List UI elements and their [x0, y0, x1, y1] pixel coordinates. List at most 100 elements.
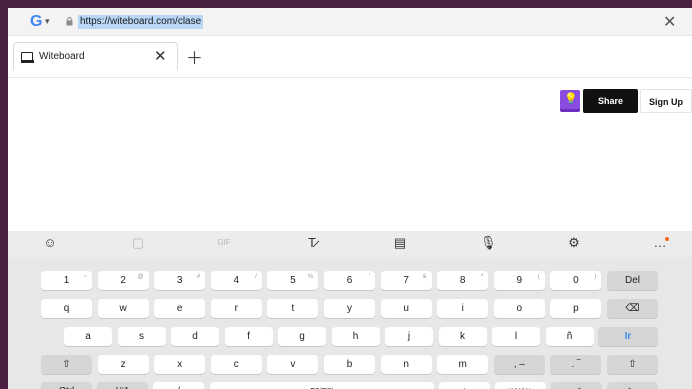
bulb-button[interactable]: 💡	[560, 90, 580, 112]
key-q[interactable]: q	[41, 299, 92, 318]
engine-caret-icon[interactable]: ▾	[45, 16, 50, 27]
key-Del[interactable]: Del	[607, 271, 658, 290]
key-k[interactable]: k	[438, 327, 487, 346]
address-bar[interactable]: G ▾ https://witeboard.com/clase ✕	[8, 8, 692, 36]
key-label: r	[234, 303, 238, 314]
key-label: m	[458, 359, 467, 370]
sticker-icon[interactable]: ▢	[130, 235, 146, 251]
key-Ir[interactable]: Ir	[598, 327, 658, 346]
key-g[interactable]: g	[278, 327, 326, 346]
key-8[interactable]: 8 *	[437, 271, 489, 290]
key-x[interactable]: x	[154, 355, 206, 374]
tab-strip: Witeboard ✕ ＋	[8, 36, 692, 78]
key-2[interactable]: 2 @	[97, 271, 149, 290]
key-sym-3-8[interactable]: , –	[493, 355, 545, 374]
key-label: ⌫	[625, 303, 640, 314]
key-label: 1	[63, 275, 70, 286]
settings-icon[interactable]: ⚙	[566, 235, 582, 251]
close-icon[interactable]: ✕	[663, 12, 676, 32]
key-sym-4-7[interactable]: ▷	[607, 382, 658, 389]
key-sym-4-2[interactable]: /	[153, 382, 204, 389]
key-label: ⇧	[62, 359, 71, 370]
key-0[interactable]: 0)	[550, 271, 602, 290]
on-screen-keyboard: ☺ ▢ GIF T̷ ▤ 🎙 ⚙ … 1 ~2 @3 #4/5% 6 ' 7 & 8 * 9(0) D…	[8, 231, 692, 389]
key-label: z	[120, 359, 126, 370]
sign-up-button[interactable]: Sign Up	[640, 89, 692, 113]
tab-close-icon[interactable]: ✕	[154, 47, 167, 65]
key-z[interactable]: z	[97, 355, 149, 374]
share-button[interactable]: Share	[583, 89, 638, 113]
key-a[interactable]: a	[64, 327, 112, 346]
key-c[interactable]: c	[210, 355, 262, 374]
key-t[interactable]: t	[267, 299, 319, 318]
key-n[interactable]: n	[380, 355, 432, 374]
key-l[interactable]: l	[492, 327, 540, 346]
key-sym-3-0[interactable]: ⇧	[41, 355, 92, 374]
whiteboard-canvas[interactable]: 💡 Share Sign Up	[8, 79, 692, 239]
key-label: Del	[624, 275, 640, 286]
key-b[interactable]: b	[324, 355, 375, 374]
key-label: j	[407, 331, 411, 342]
key-sym-1-10[interactable]: ⌫	[607, 299, 658, 318]
key-sym-3-10[interactable]: ⇧	[607, 355, 658, 374]
key-j[interactable]: j	[385, 327, 433, 346]
key-h[interactable]: h	[331, 327, 380, 346]
key-sym-3-9[interactable]: . ‾	[550, 355, 602, 374]
key-label: 6	[346, 275, 353, 286]
key-secondary-label: (	[537, 274, 540, 280]
key-secondary-label: /	[255, 274, 257, 280]
key-6[interactable]: 6 '	[324, 271, 375, 290]
laptop-icon	[20, 52, 34, 63]
key-label: x	[177, 359, 183, 370]
key-f[interactable]: f	[224, 327, 273, 346]
key-w[interactable]: w	[97, 299, 149, 318]
key-Ctrl[interactable]: Ctrl	[41, 382, 92, 389]
key-label: b	[346, 359, 353, 370]
key-label: h	[352, 331, 359, 342]
key-label: 2	[120, 275, 126, 286]
key-label: n	[403, 359, 409, 370]
key-1[interactable]: 1 ~	[41, 271, 92, 290]
key-m[interactable]: m	[437, 355, 489, 374]
key-r[interactable]: r	[210, 299, 262, 318]
key-secondary-label: *	[480, 274, 484, 280]
url-text[interactable]: https://witeboard.com/clase	[78, 15, 204, 29]
key-label: q	[63, 303, 70, 314]
key-sym-4-4[interactable]: ;	[439, 382, 490, 389]
key-v[interactable]: v	[267, 355, 319, 374]
key-e[interactable]: e	[154, 299, 206, 318]
handwriting-icon[interactable]: T̷	[304, 235, 320, 251]
key-d[interactable]: d	[171, 327, 219, 346]
new-tab-icon[interactable]: ＋	[186, 44, 203, 69]
key-label: w	[119, 303, 127, 314]
tab-witeboard[interactable]: Witeboard ✕	[13, 42, 178, 70]
key-5[interactable]: 5%	[267, 271, 319, 290]
mic-icon[interactable]: 🎙	[480, 235, 497, 251]
key-www[interactable]: www.	[495, 382, 546, 389]
key-label: s	[139, 331, 144, 342]
key-s[interactable]: s	[117, 327, 166, 346]
google-icon[interactable]: G	[30, 13, 42, 31]
key-label: c	[233, 359, 239, 370]
key-sym-4-6[interactable]: ◁	[551, 382, 602, 389]
clipboard-icon[interactable]: ▤	[392, 235, 408, 251]
key-9[interactable]: 9(	[493, 271, 545, 290]
gif-icon[interactable]: GIF	[216, 235, 232, 251]
key-ESES[interactable]: ES(ES)	[210, 382, 434, 389]
key-3[interactable]: 3 #	[154, 271, 206, 290]
key-label: o	[516, 303, 523, 314]
key-7[interactable]: 7 &	[380, 271, 432, 290]
emoji-icon[interactable]: ☺	[42, 235, 58, 251]
key-y[interactable]: y	[324, 299, 375, 318]
key-1[interactable]: !#1	[97, 382, 148, 389]
key-label: d	[192, 331, 198, 342]
key-ñ[interactable]: ñ	[545, 327, 594, 346]
key-4[interactable]: 4/	[210, 271, 262, 290]
key-secondary-label: #	[196, 274, 201, 280]
key-o[interactable]: o	[493, 299, 545, 318]
key-u[interactable]: u	[380, 299, 432, 318]
key-i[interactable]: i	[437, 299, 489, 318]
key-label: 7	[403, 275, 409, 286]
key-label: p	[573, 303, 579, 314]
key-p[interactable]: p	[550, 299, 602, 318]
